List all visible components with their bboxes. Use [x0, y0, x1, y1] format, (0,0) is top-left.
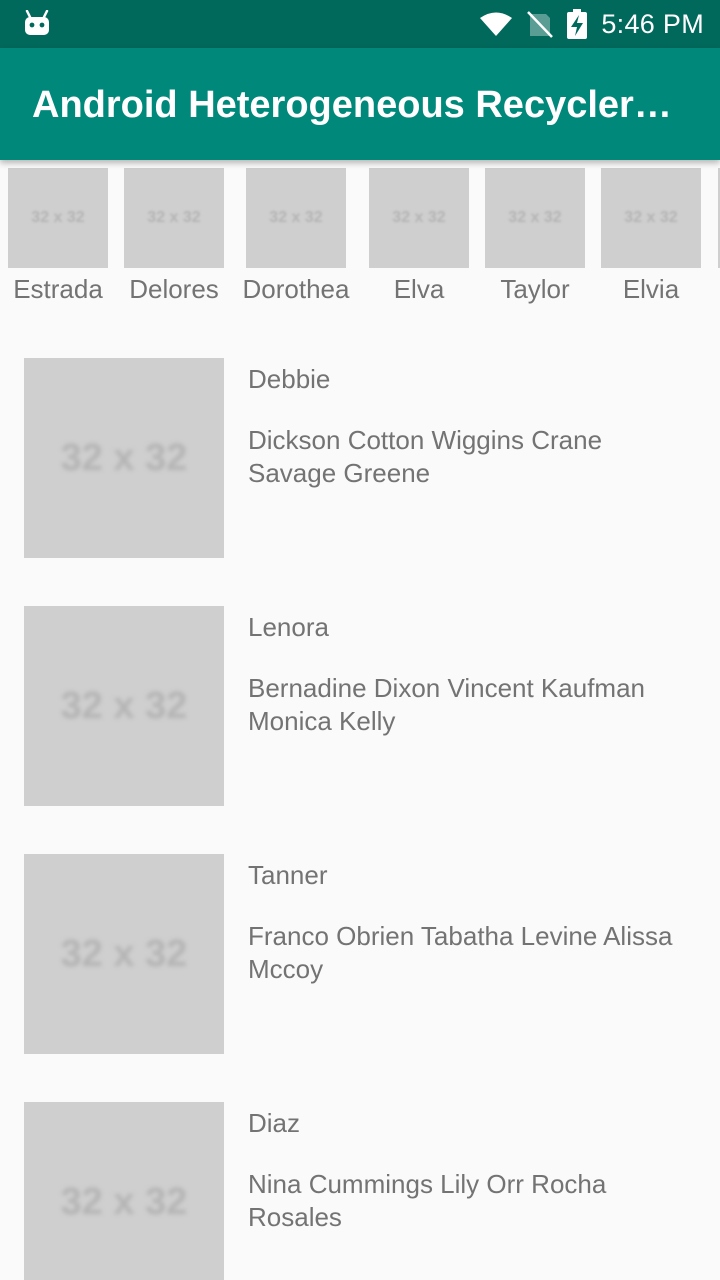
placeholder-image: 32 x 32	[24, 606, 224, 806]
list-item-title: Debbie	[248, 364, 331, 394]
carousel-item-label: Estrada	[13, 274, 103, 304]
carousel-item-label: Elvia	[622, 274, 680, 304]
carousel-item-label: Elva	[393, 274, 445, 304]
wifi-icon	[480, 12, 513, 36]
list-item-title: Lenora	[248, 612, 329, 642]
carousel-item[interactable]: 32 x 32 Delores	[116, 168, 232, 306]
carousel-item[interactable]: 32 x 32 Dorothea	[238, 168, 354, 306]
horizontal-carousel[interactable]: 32 x 32 Estrada 32 x 32 Delores 32 x 32 …	[0, 160, 720, 320]
carousel-item[interactable]: 32 x 32 Elva	[361, 168, 477, 306]
placeholder-image: 32 x 32	[24, 854, 224, 1054]
list-item-description: Bernadine Dixon Vincent Kaufman Monica K…	[248, 673, 645, 736]
status-icons: 5:46 PM	[479, 0, 704, 48]
list-item-title: Diaz	[248, 1108, 301, 1138]
placeholder-image: 32 x 32	[124, 168, 224, 268]
placeholder-image: 32 x 32	[601, 168, 701, 268]
list-item-title: Tanner	[248, 860, 328, 890]
android-icon	[25, 10, 49, 35]
carousel-item[interactable]: 32 x 32 Elvia	[593, 168, 709, 306]
list-item[interactable]: 32 x 32 Debbie Dickson Cotton Wiggins Cr…	[0, 330, 720, 578]
status-bar: 5:46 PM	[0, 0, 720, 48]
list-item[interactable]: 32 x 32 Lenora Bernadine Dixon Vincent K…	[0, 578, 720, 826]
app-title: Android Heterogeneous RecyclerView	[32, 84, 672, 126]
list-item-description: Dickson Cotton Wiggins Crane Savage Gree…	[248, 425, 603, 488]
carousel-item[interactable]: 32 x 32 Estrada	[0, 168, 116, 306]
list-item[interactable]: 32 x 32 Tanner Franco Obrien Tabatha Lev…	[0, 826, 720, 1074]
placeholder-image: 32 x 32	[8, 168, 108, 268]
carousel-item-label: Delores	[129, 274, 219, 304]
app-bar: Android Heterogeneous RecyclerView	[0, 48, 720, 160]
list-item[interactable]: 32 x 32 Diaz Nina Cummings Lily Orr Roch…	[0, 1074, 720, 1280]
placeholder-image: 32 x 32	[24, 1102, 224, 1280]
battery-charging-icon	[567, 9, 588, 39]
list-item-description: Franco Obrien Tabatha Levine Alissa Mcco…	[248, 921, 673, 984]
placeholder-image: 32 x 32	[485, 168, 585, 268]
placeholder-image: 32 x 32	[246, 168, 346, 268]
no-signal-icon	[527, 11, 554, 38]
carousel-item[interactable]: 32 x 32 Taylor	[477, 168, 593, 306]
carousel-item-label: Taylor	[500, 274, 570, 304]
status-time: 5:46 PM	[601, 8, 704, 39]
list-item-description: Nina Cummings Lily Orr Rocha Rosales	[248, 1169, 607, 1232]
carousel-item-label: Dorothea	[242, 274, 350, 304]
placeholder-image: 32 x 32	[369, 168, 469, 268]
placeholder-image: 32 x 32	[24, 358, 224, 558]
vertical-list[interactable]: 32 x 32 Debbie Dickson Cotton Wiggins Cr…	[0, 330, 720, 1280]
